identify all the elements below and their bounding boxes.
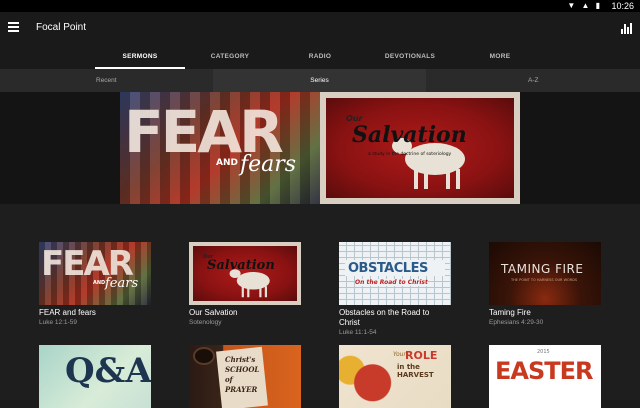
series-thumb-prayer: Christ's SCHOOL of PRAYER xyxy=(189,345,301,408)
series-easter-art-caption: 2015 xyxy=(537,349,550,355)
series-fear-art-small: AND xyxy=(93,280,106,286)
subtab-series[interactable]: Series xyxy=(213,69,426,92)
series-harvest-art-script: in the HARVEST xyxy=(397,363,434,379)
series-subtitle: Ephesians 4:29-30 xyxy=(489,319,544,326)
series-obstacles-art-main: OBSTACLES xyxy=(348,261,428,276)
series-card-easter[interactable]: EASTER 2015 xyxy=(489,345,601,408)
series-harvest-art-small: Your xyxy=(393,351,406,358)
tab-radio[interactable]: RADIO xyxy=(275,46,365,69)
series-subtitle: Sotenology xyxy=(189,319,222,326)
series-card-qa[interactable]: Q&A xyxy=(39,345,151,408)
series-fear-art-script: fears xyxy=(105,276,139,291)
subtab-a-z[interactable]: A-Z xyxy=(528,69,568,92)
series-thumb-qa: Q&A xyxy=(39,345,151,408)
tab-sermons[interactable]: SERMONS xyxy=(95,46,185,69)
series-thumb-harvest: Your ROLE in the HARVEST xyxy=(339,345,451,408)
hero-banner: FEAR AND fears Our Salvation a study in … xyxy=(0,92,640,204)
series-prayer-art-main: Christ's SCHOOL of PRAYER xyxy=(225,355,260,394)
app-title: Focal Point xyxy=(36,22,87,33)
hero-fear-art-small: AND xyxy=(216,158,238,168)
series-card-obstacles[interactable]: OBSTACLES On the Road to Christ Obstacle… xyxy=(339,242,451,337)
app-bar: Focal Point xyxy=(0,12,640,46)
series-taming-fire-art-main: TAMING FIRE xyxy=(501,262,584,276)
series-harvest-art-main: ROLE xyxy=(405,349,438,362)
tab-category[interactable]: CATEGORY xyxy=(185,46,275,69)
series-card-harvest[interactable]: Your ROLE in the HARVEST xyxy=(339,345,451,408)
menu-icon[interactable] xyxy=(8,22,20,34)
main-tabs: SERMONS CATEGORY RADIO DEVOTIONALS MORE xyxy=(0,46,640,69)
series-thumb-easter: EASTER 2015 xyxy=(489,345,601,408)
series-card-salvation[interactable]: Our Salvation Our Salvation Sotenology xyxy=(189,242,301,327)
hero-fear-art-script: fears xyxy=(240,152,297,177)
status-icons: ▼ ▲ ▮ xyxy=(567,1,602,10)
series-title: Taming Fire xyxy=(489,308,531,317)
series-obstacles-art-script: On the Road to Christ xyxy=(355,279,428,286)
series-thumb-taming-fire: TAMING FIRE THE POINT TO HARNESS OUR WOR… xyxy=(489,242,601,305)
status-bar: ▼ ▲ ▮ 10:26 xyxy=(0,0,640,12)
series-card-fear[interactable]: FEAR AND fears FEAR and fears Luke 12:1-… xyxy=(39,242,151,327)
series-thumb-obstacles: OBSTACLES On the Road to Christ xyxy=(339,242,451,305)
sub-tabs: Recent Series A-Z xyxy=(0,69,640,92)
series-title: Our Salvation xyxy=(189,308,238,317)
hero-salvation-art-main: Salvation xyxy=(352,122,467,148)
series-thumb-fear: FEAR AND fears xyxy=(39,242,151,305)
series-card-prayer[interactable]: Christ's SCHOOL of PRAYER xyxy=(189,345,301,408)
series-thumb-salvation: Our Salvation xyxy=(189,242,301,305)
hero-salvation-art-caption: a study in the doctrine of soteriology xyxy=(368,152,452,157)
series-easter-art-main: EASTER xyxy=(495,357,593,385)
tab-devotionals[interactable]: DEVOTIONALS xyxy=(365,46,455,69)
series-grid: FEAR AND fears FEAR and fears Luke 12:1-… xyxy=(0,204,640,408)
hero-card-salvation[interactable]: Our Salvation a study in the doctrine of… xyxy=(320,92,520,204)
tab-more[interactable]: MORE xyxy=(455,46,545,69)
series-taming-fire-art-caption: THE POINT TO HARNESS OUR WORDS xyxy=(511,278,578,282)
series-title: Obstacles on the Road to Christ xyxy=(339,308,430,327)
series-subtitle: Luke 11:1-54 xyxy=(339,329,377,336)
status-time: 10:26 xyxy=(611,1,634,11)
chart-icon[interactable] xyxy=(621,23,633,34)
hero-card-fear[interactable]: FEAR AND fears xyxy=(120,92,320,204)
series-salvation-art-main: Salvation xyxy=(207,258,275,273)
series-qa-art-main: Q&A xyxy=(65,351,151,391)
subtab-recent[interactable]: Recent xyxy=(96,69,196,92)
series-card-taming-fire[interactable]: TAMING FIRE THE POINT TO HARNESS OUR WOR… xyxy=(489,242,601,327)
series-title: FEAR and fears xyxy=(39,308,96,317)
series-subtitle: Luke 12:1-59 xyxy=(39,319,77,326)
